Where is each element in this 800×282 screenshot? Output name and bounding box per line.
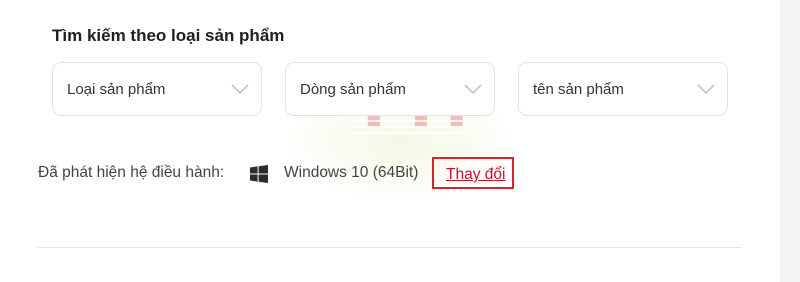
product-type-select[interactable]: Loại sản phẩm: [52, 62, 262, 116]
section-title: Tìm kiếm theo loại sản phẩm: [52, 26, 285, 45]
product-type-label: Loại sản phẩm: [67, 81, 166, 98]
os-name: Windows 10 (64Bit): [284, 164, 419, 181]
scrollbar-track[interactable]: [780, 0, 800, 282]
product-line-label: Dòng sản phẩm: [300, 81, 406, 98]
change-highlight-box: Thay đổi: [432, 157, 514, 189]
chevron-down-icon: [697, 84, 715, 95]
product-line-select[interactable]: Dòng sản phẩm: [285, 62, 495, 116]
chevron-down-icon: [464, 84, 482, 95]
divider: [38, 247, 742, 248]
chevron-down-icon: [231, 84, 249, 95]
windows-logo-icon: [250, 165, 268, 183]
change-os-link[interactable]: Thay đổi: [446, 166, 505, 184]
os-detected-label: Đã phát hiện hệ điều hành:: [38, 164, 225, 181]
product-name-label: tên sản phẩm: [533, 81, 624, 98]
main-panel: TTP Tìm kiếm theo loại sản phẩm Loại sản…: [0, 0, 780, 282]
product-name-select[interactable]: tên sản phẩm: [518, 62, 728, 116]
